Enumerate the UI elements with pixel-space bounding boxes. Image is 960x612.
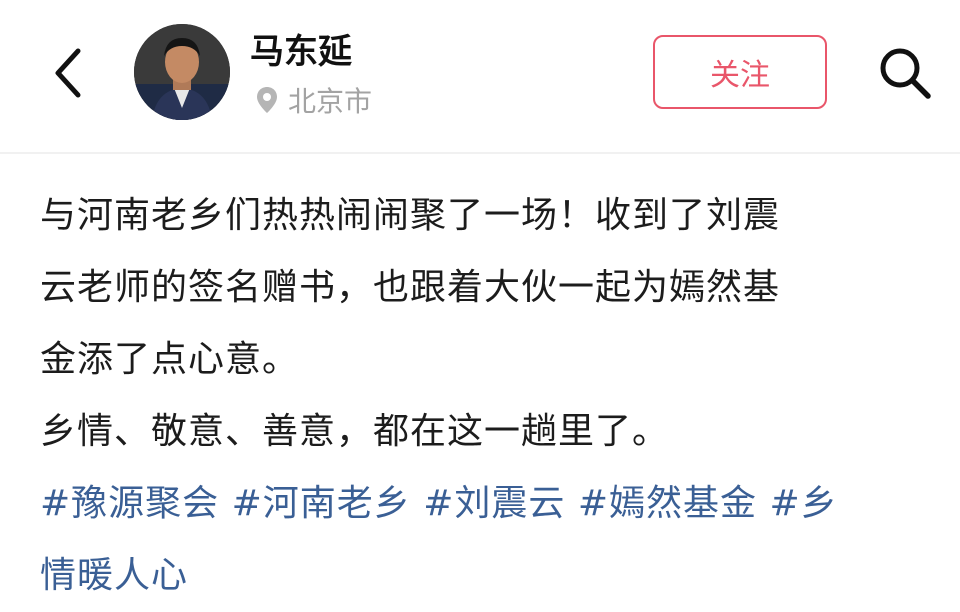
location-text: 北京市 bbox=[288, 85, 373, 118]
avatar-image bbox=[134, 24, 230, 120]
post-text-line: 金添了点心意。 bbox=[40, 339, 300, 380]
location-pin-icon bbox=[257, 87, 277, 113]
profile-header: 马东延 北京市 关注 bbox=[0, 0, 960, 152]
location: 北京市 bbox=[256, 80, 372, 120]
follow-button[interactable]: 关注 bbox=[653, 35, 827, 109]
hashtag-yanran-foundation[interactable]: #嫣然基金 bbox=[578, 483, 757, 524]
search-button[interactable] bbox=[872, 40, 938, 106]
hashtag-liu-zhenyun[interactable]: #刘震云 bbox=[423, 483, 565, 524]
post-text-line: 云老师的签名赠书，也跟着大伙一起为嫣然基 bbox=[40, 267, 781, 308]
hashtag-line: 情暖人心 bbox=[40, 540, 945, 612]
header-divider bbox=[0, 152, 960, 154]
avatar[interactable] bbox=[134, 24, 230, 120]
post-text-line: 与河南老乡们热热闹闹聚了一场！收到了刘震 bbox=[40, 195, 781, 236]
chevron-left-icon bbox=[55, 48, 81, 98]
search-icon bbox=[880, 48, 931, 99]
post-text-line: 乡情、敬意、善意，都在这一趟里了。 bbox=[40, 411, 670, 452]
hashtag-hometown-warmth-continued[interactable]: 情暖人心 bbox=[40, 555, 188, 596]
hashtag-line: #豫源聚会 #河南老乡 #刘震云 #嫣然基金 #乡 bbox=[40, 468, 945, 540]
back-button[interactable] bbox=[38, 38, 98, 108]
post-content: 与河南老乡们热热闹闹聚了一场！收到了刘震 云老师的签名赠书，也跟着大伙一起为嫣然… bbox=[40, 180, 945, 612]
hashtag-hometown-warmth[interactable]: #乡 bbox=[770, 483, 838, 524]
user-name[interactable]: 马东延 bbox=[250, 30, 352, 74]
hashtag-henan-fellows[interactable]: #河南老乡 bbox=[232, 483, 411, 524]
hashtag-yuyuan-gathering[interactable]: #豫源聚会 bbox=[40, 483, 219, 524]
